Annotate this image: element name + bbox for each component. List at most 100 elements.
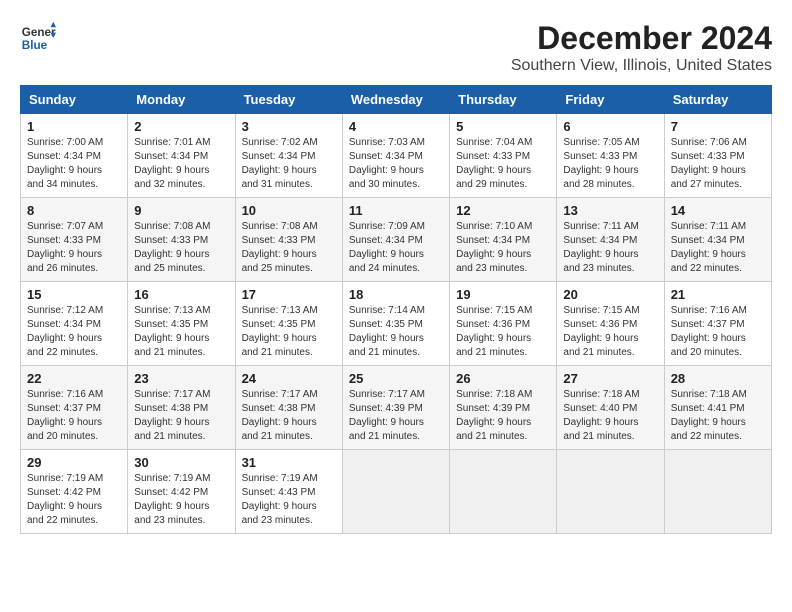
sunset-label: Sunset: 4:34 PM [134, 151, 208, 162]
calendar-cell [557, 450, 664, 534]
calendar-cell: 7Sunrise: 7:06 AMSunset: 4:33 PMDaylight… [664, 114, 771, 198]
sunset-label: Sunset: 4:34 PM [671, 235, 745, 246]
daylight-minutes: and 30 minutes. [349, 179, 420, 190]
day-number: 19 [456, 287, 550, 302]
sunset-label: Sunset: 4:33 PM [671, 151, 745, 162]
day-info: Sunrise: 7:17 AMSunset: 4:39 PMDaylight:… [349, 388, 443, 444]
daylight-minutes: and 23 minutes. [563, 263, 634, 274]
day-info: Sunrise: 7:04 AM Sunset: 4:33 PM Daylight:… [456, 136, 550, 192]
daylight-minutes: and 21 minutes. [563, 347, 634, 358]
daylight-label: Daylight: 9 hours [134, 501, 209, 512]
day-number: 26 [456, 371, 550, 386]
calendar-cell: 14Sunrise: 7:11 AMSunset: 4:34 PMDayligh… [664, 198, 771, 282]
day-info: Sunrise: 7:06 AMSunset: 4:33 PMDaylight:… [671, 136, 765, 192]
daylight-minutes: and 25 minutes. [134, 263, 205, 274]
daylight-label: Daylight: 9 hours [456, 417, 531, 428]
sunset-label: Sunset: 4:33 PM [456, 151, 530, 162]
calendar-cell: 31 Sunrise: 7:19 AMSunset: 4:43 PMDayligh… [235, 450, 342, 534]
day-number: 9 [134, 203, 228, 218]
day-number: 2 [134, 119, 228, 134]
daylight-minutes: and 22 minutes. [671, 431, 742, 442]
day-info: Sunrise: 7:13 AMSunset: 4:35 PMDaylight:… [242, 304, 336, 360]
sunset-label: Sunset: 4:39 PM [349, 403, 423, 414]
sunrise-label: Sunrise: 7:16 AM [671, 305, 747, 316]
sunset-label: Sunset: 4:38 PM [242, 403, 316, 414]
sunrise-label: Sunrise: 7:19 AM [242, 473, 318, 484]
day-number: 28 [671, 371, 765, 386]
day-number: 14 [671, 203, 765, 218]
daylight-minutes: and 23 minutes. [134, 515, 205, 526]
day-header: Thursday [450, 86, 557, 114]
page-header: General Blue December 2024 Southern View… [20, 20, 772, 75]
day-info: Sunrise: 7:18 AMSunset: 4:40 PMDaylight:… [563, 388, 657, 444]
day-info: Sunrise: 7:17 AMSunset: 4:38 PMDaylight:… [242, 388, 336, 444]
day-header: Friday [557, 86, 664, 114]
sunrise-label: Sunrise: 7:13 AM [134, 305, 210, 316]
day-number: 17 [242, 287, 336, 302]
day-number: 11 [349, 203, 443, 218]
sunrise-label: Sunrise: 7:04 AM [456, 137, 532, 148]
daylight-minutes: and 27 minutes. [671, 179, 742, 190]
sunset-label: Sunset: 4:36 PM [456, 319, 530, 330]
sunset-label: Sunset: 4:33 PM [563, 151, 637, 162]
day-info: Sunrise: 7:15 AMSunset: 4:36 PMDaylight:… [563, 304, 657, 360]
calendar-cell: 18Sunrise: 7:14 AMSunset: 4:35 PMDayligh… [342, 282, 449, 366]
day-number: 12 [456, 203, 550, 218]
daylight-minutes: and 22 minutes. [671, 263, 742, 274]
calendar-cell: 28Sunrise: 7:18 AMSunset: 4:41 PMDayligh… [664, 366, 771, 450]
daylight-minutes: and 23 minutes. [456, 263, 527, 274]
day-number: 31 [242, 455, 336, 470]
sunrise-label: Sunrise: 7:01 AM [134, 137, 210, 148]
day-info: Sunrise: 7:02 AMSunset: 4:34 PMDaylight:… [242, 136, 336, 192]
sunrise-label: Sunrise: 7:02 AM [242, 137, 318, 148]
calendar-cell: 15Sunrise: 7:12 AMSunset: 4:34 PMDayligh… [21, 282, 128, 366]
sunset-label: Sunset: 4:34 PM [563, 235, 637, 246]
calendar-cell: 1Sunrise: 7:00 AMSunset: 4:34 PMDaylight… [21, 114, 128, 198]
day-number: 25 [349, 371, 443, 386]
daylight-minutes: and 21 minutes. [349, 431, 420, 442]
daylight-minutes: and 24 minutes. [349, 263, 420, 274]
day-info: Sunrise: 7:08 AMSunset: 4:33 PMDaylight:… [242, 220, 336, 276]
day-number: 15 [27, 287, 121, 302]
calendar-cell: 21Sunrise: 7:16 AMSunset: 4:37 PMDayligh… [664, 282, 771, 366]
day-info: Sunrise: 7:19 AMSunset: 4:42 PMDaylight:… [134, 472, 228, 528]
sunset-label: Sunset: 4:42 PM [134, 487, 208, 498]
day-info: Sunrise: 7:09 AMSunset: 4:34 PMDaylight:… [349, 220, 443, 276]
sunset-label: Sunset: 4:34 PM [349, 235, 423, 246]
day-info: Sunrise: 7:05 AM Sunset: 4:33 PM Daylight:… [563, 136, 657, 192]
sunset-label: Sunset: 4:34 PM [349, 151, 423, 162]
calendar-cell: 19Sunrise: 7:15 AMSunset: 4:36 PMDayligh… [450, 282, 557, 366]
day-header: Saturday [664, 86, 771, 114]
daylight-label: Daylight: 9 hours [456, 165, 531, 176]
sunrise-label: Sunrise: 7:06 AM [671, 137, 747, 148]
daylight-minutes: and 22 minutes. [27, 347, 98, 358]
sunrise-label: Sunrise: 7:00 AM [27, 137, 103, 148]
sunrise-label: Sunrise: 7:03 AM [349, 137, 425, 148]
daylight-label: Daylight: 9 hours [563, 165, 638, 176]
daylight-label: Daylight: 9 hours [563, 249, 638, 260]
calendar-cell: 3Sunrise: 7:02 AMSunset: 4:34 PMDaylight… [235, 114, 342, 198]
daylight-minutes: and 29 minutes. [456, 179, 527, 190]
day-info: Sunrise: 7:19 AMSunset: 4:43 PMDaylight:… [242, 472, 336, 528]
day-number: 10 [242, 203, 336, 218]
svg-text:Blue: Blue [22, 39, 48, 52]
sunrise-label: Sunrise: 7:17 AM [242, 389, 318, 400]
daylight-label: Daylight: 9 hours [27, 417, 102, 428]
sunset-label: Sunset: 4:33 PM [242, 235, 316, 246]
day-number: 13 [563, 203, 657, 218]
daylight-minutes: and 22 minutes. [27, 515, 98, 526]
day-number: 18 [349, 287, 443, 302]
day-header: Sunday [21, 86, 128, 114]
daylight-label: Daylight: 9 hours [349, 249, 424, 260]
calendar-cell: 4Sunrise: 7:03 AMSunset: 4:34 PMDaylight… [342, 114, 449, 198]
sunrise-label: Sunrise: 7:05 AM [563, 137, 639, 148]
day-number: 1 [27, 119, 121, 134]
daylight-label: Daylight: 9 hours [27, 165, 102, 176]
day-header: Monday [128, 86, 235, 114]
calendar-cell: 26Sunrise: 7:18 AMSunset: 4:39 PMDayligh… [450, 366, 557, 450]
calendar-cell: 24Sunrise: 7:17 AMSunset: 4:38 PMDayligh… [235, 366, 342, 450]
sunrise-label: Sunrise: 7:19 AM [27, 473, 103, 484]
sunset-label: Sunset: 4:38 PM [134, 403, 208, 414]
calendar-cell: 2Sunrise: 7:01 AMSunset: 4:34 PMDaylight… [128, 114, 235, 198]
calendar-table: SundayMondayTuesdayWednesdayThursdayFrid… [20, 85, 772, 534]
